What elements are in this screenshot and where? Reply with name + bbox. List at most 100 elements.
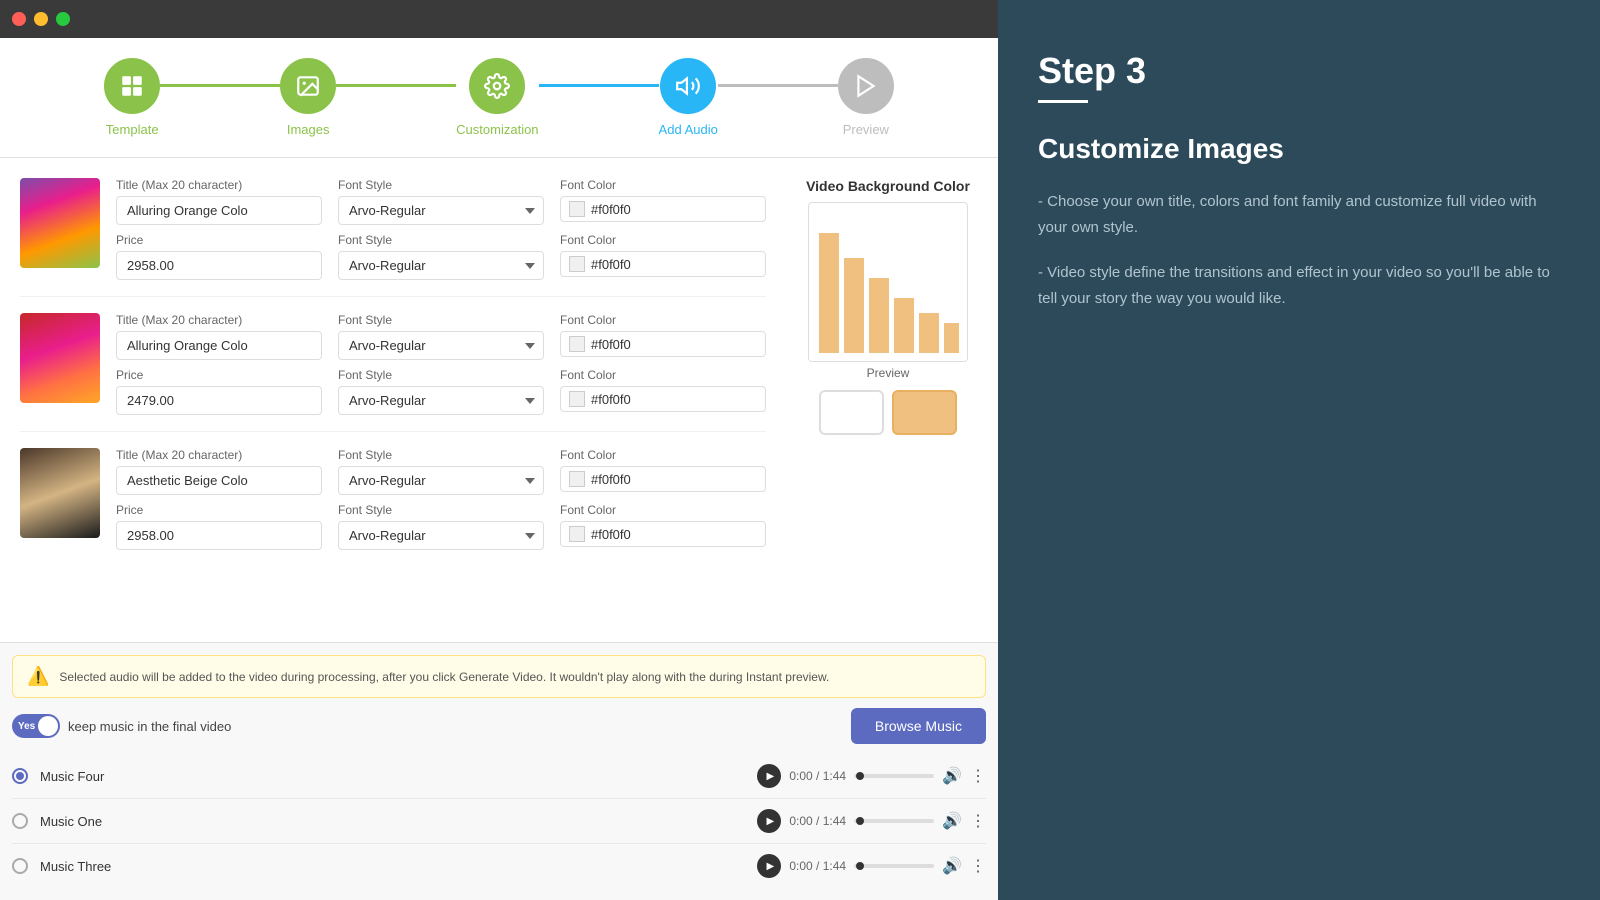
color-swatch-price-3 — [569, 526, 585, 542]
font-style-price-select-1[interactable]: Arvo-Regular Arvo-Bold — [338, 251, 544, 280]
more-icon-1[interactable]: ⋮ — [970, 766, 986, 786]
price-input-2[interactable] — [116, 386, 322, 415]
more-icon-3[interactable]: ⋮ — [970, 856, 986, 876]
maximize-button[interactable] — [56, 12, 70, 26]
volume-icon-1[interactable]: 🔊 — [942, 766, 962, 786]
title-label-1: Title (Max 20 character) — [116, 178, 322, 192]
title-input-2[interactable] — [116, 331, 322, 360]
browse-music-button[interactable]: Browse Music — [851, 708, 986, 744]
title-label-2: Title (Max 20 character) — [116, 313, 322, 327]
toggle-label: Yes keep music in the final video — [12, 714, 231, 738]
font-color-title-group-2: Font Color #f0f0f0 — [560, 313, 766, 360]
connector-3 — [539, 84, 659, 87]
bg-swatch-peach[interactable] — [892, 390, 957, 435]
music-progress-1[interactable] — [854, 774, 934, 778]
font-style-title-select-3[interactable]: Arvo-Regular — [338, 466, 544, 495]
font-color-price-input-2[interactable]: #f0f0f0 — [560, 386, 766, 412]
step-circle-template — [104, 58, 160, 114]
font-style-price-select-2[interactable]: Arvo-Regular — [338, 386, 544, 415]
title-input-3[interactable] — [116, 466, 322, 495]
product-fields-3: Title (Max 20 character) Font Style Arvo… — [116, 448, 766, 550]
product-image-1 — [20, 178, 100, 268]
step-desc-1: - Choose your own title, colors and font… — [1038, 189, 1560, 240]
font-color-price-group-2: Font Color #f0f0f0 — [560, 368, 766, 415]
music-progress-3[interactable] — [854, 864, 934, 868]
font-color-price-label-3: Font Color — [560, 503, 766, 517]
bg-swatch-white[interactable] — [819, 390, 884, 435]
step-images[interactable]: Images — [280, 58, 336, 137]
music-progress-2[interactable] — [854, 819, 934, 823]
music-time-1: 0:00 / 1:44 — [789, 769, 846, 783]
font-style-title-label-3: Font Style — [338, 448, 544, 462]
product-image-3 — [20, 448, 100, 538]
step-preview[interactable]: Preview — [838, 58, 894, 137]
music-time-3: 0:00 / 1:44 — [789, 859, 846, 873]
music-progress-fill-2 — [856, 817, 864, 825]
font-style-title-group-2: Font Style Arvo-Regular — [338, 313, 544, 360]
music-radio-1[interactable] — [12, 768, 28, 784]
minimize-button[interactable] — [34, 12, 48, 26]
step-circle-images — [280, 58, 336, 114]
font-color-title-input-2[interactable]: #f0f0f0 — [560, 331, 766, 357]
video-bg-section: Video Background Color Preview — [798, 178, 978, 582]
step-circle-customization — [469, 58, 525, 114]
toggle-yes-label: Yes — [18, 721, 35, 732]
price-label-1: Price — [116, 233, 322, 247]
music-time-2: 0:00 / 1:44 — [789, 814, 846, 828]
close-button[interactable] — [12, 12, 26, 26]
step-add-audio[interactable]: Add Audio — [659, 58, 718, 137]
color-swatch-2 — [569, 336, 585, 352]
price-input-1[interactable] — [116, 251, 322, 280]
connector-2 — [336, 84, 456, 87]
font-color-price-input-1[interactable]: #f0f0f0 — [560, 251, 766, 277]
play-icon-1: ▶ — [767, 771, 775, 782]
music-radio-2[interactable] — [12, 813, 28, 829]
font-style-title-group-1: Font Style Arvo-Regular Arvo-Bold Roboto… — [338, 178, 544, 225]
title-input-1[interactable] — [116, 196, 322, 225]
keep-music-text: keep music in the final video — [68, 719, 231, 734]
volume-icon-2[interactable]: 🔊 — [942, 811, 962, 831]
step-heading: Customize Images — [1038, 133, 1560, 165]
title-field-group-1: Title (Max 20 character) — [116, 178, 322, 225]
more-icon-2[interactable]: ⋮ — [970, 811, 986, 831]
price-field-group-1: Price — [116, 233, 322, 280]
music-item-1: Music Four ▶ 0:00 / 1:44 🔊 ⋮ — [12, 754, 986, 799]
title-field-group-3: Title (Max 20 character) — [116, 448, 322, 495]
volume-icon-3[interactable]: 🔊 — [942, 856, 962, 876]
font-color-title-label-3: Font Color — [560, 448, 766, 462]
price-field-group-2: Price — [116, 368, 322, 415]
play-button-3[interactable]: ▶ — [757, 854, 781, 878]
font-color-price-input-3[interactable]: #f0f0f0 — [560, 521, 766, 547]
font-style-title-select-1[interactable]: Arvo-Regular Arvo-Bold Roboto-Regular — [338, 196, 544, 225]
title-field-group-2: Title (Max 20 character) — [116, 313, 322, 360]
font-color-title-input-1[interactable]: #f0f0f0 — [560, 196, 766, 222]
video-bg-title: Video Background Color — [806, 178, 970, 194]
keep-music-toggle[interactable]: Yes — [12, 714, 60, 738]
product-fields-2: Title (Max 20 character) Font Style Arvo… — [116, 313, 766, 415]
font-color-title-input-3[interactable]: #f0f0f0 — [560, 466, 766, 492]
play-button-1[interactable]: ▶ — [757, 764, 781, 788]
step-label-add-audio: Add Audio — [659, 122, 718, 137]
connector-4 — [718, 84, 838, 87]
notice-icon: ⚠️ — [27, 666, 49, 687]
step-template[interactable]: Template — [104, 58, 160, 137]
color-value-2: #f0f0f0 — [591, 337, 631, 352]
color-value-price-3: #f0f0f0 — [591, 527, 631, 542]
price-input-3[interactable] — [116, 521, 322, 550]
play-button-2[interactable]: ▶ — [757, 809, 781, 833]
audio-section: ⚠️ Selected audio will be added to the v… — [0, 642, 998, 900]
music-progress-fill-3 — [856, 862, 864, 870]
step-label-images: Images — [287, 122, 330, 137]
price-label-3: Price — [116, 503, 322, 517]
font-style-price-select-3[interactable]: Arvo-Regular — [338, 521, 544, 550]
music-controls-1: ▶ 0:00 / 1:44 🔊 ⋮ — [757, 764, 986, 788]
step-customization[interactable]: Customization — [456, 58, 538, 137]
music-radio-3[interactable] — [12, 858, 28, 874]
music-name-3: Music Three — [40, 859, 757, 874]
font-style-title-select-2[interactable]: Arvo-Regular — [338, 331, 544, 360]
step-desc-2: - Video style define the transitions and… — [1038, 260, 1560, 311]
color-swatch-price-2 — [569, 391, 585, 407]
video-bg-preview — [808, 202, 968, 362]
color-value-price-1: #f0f0f0 — [591, 257, 631, 272]
audio-notice: ⚠️ Selected audio will be added to the v… — [12, 655, 986, 698]
